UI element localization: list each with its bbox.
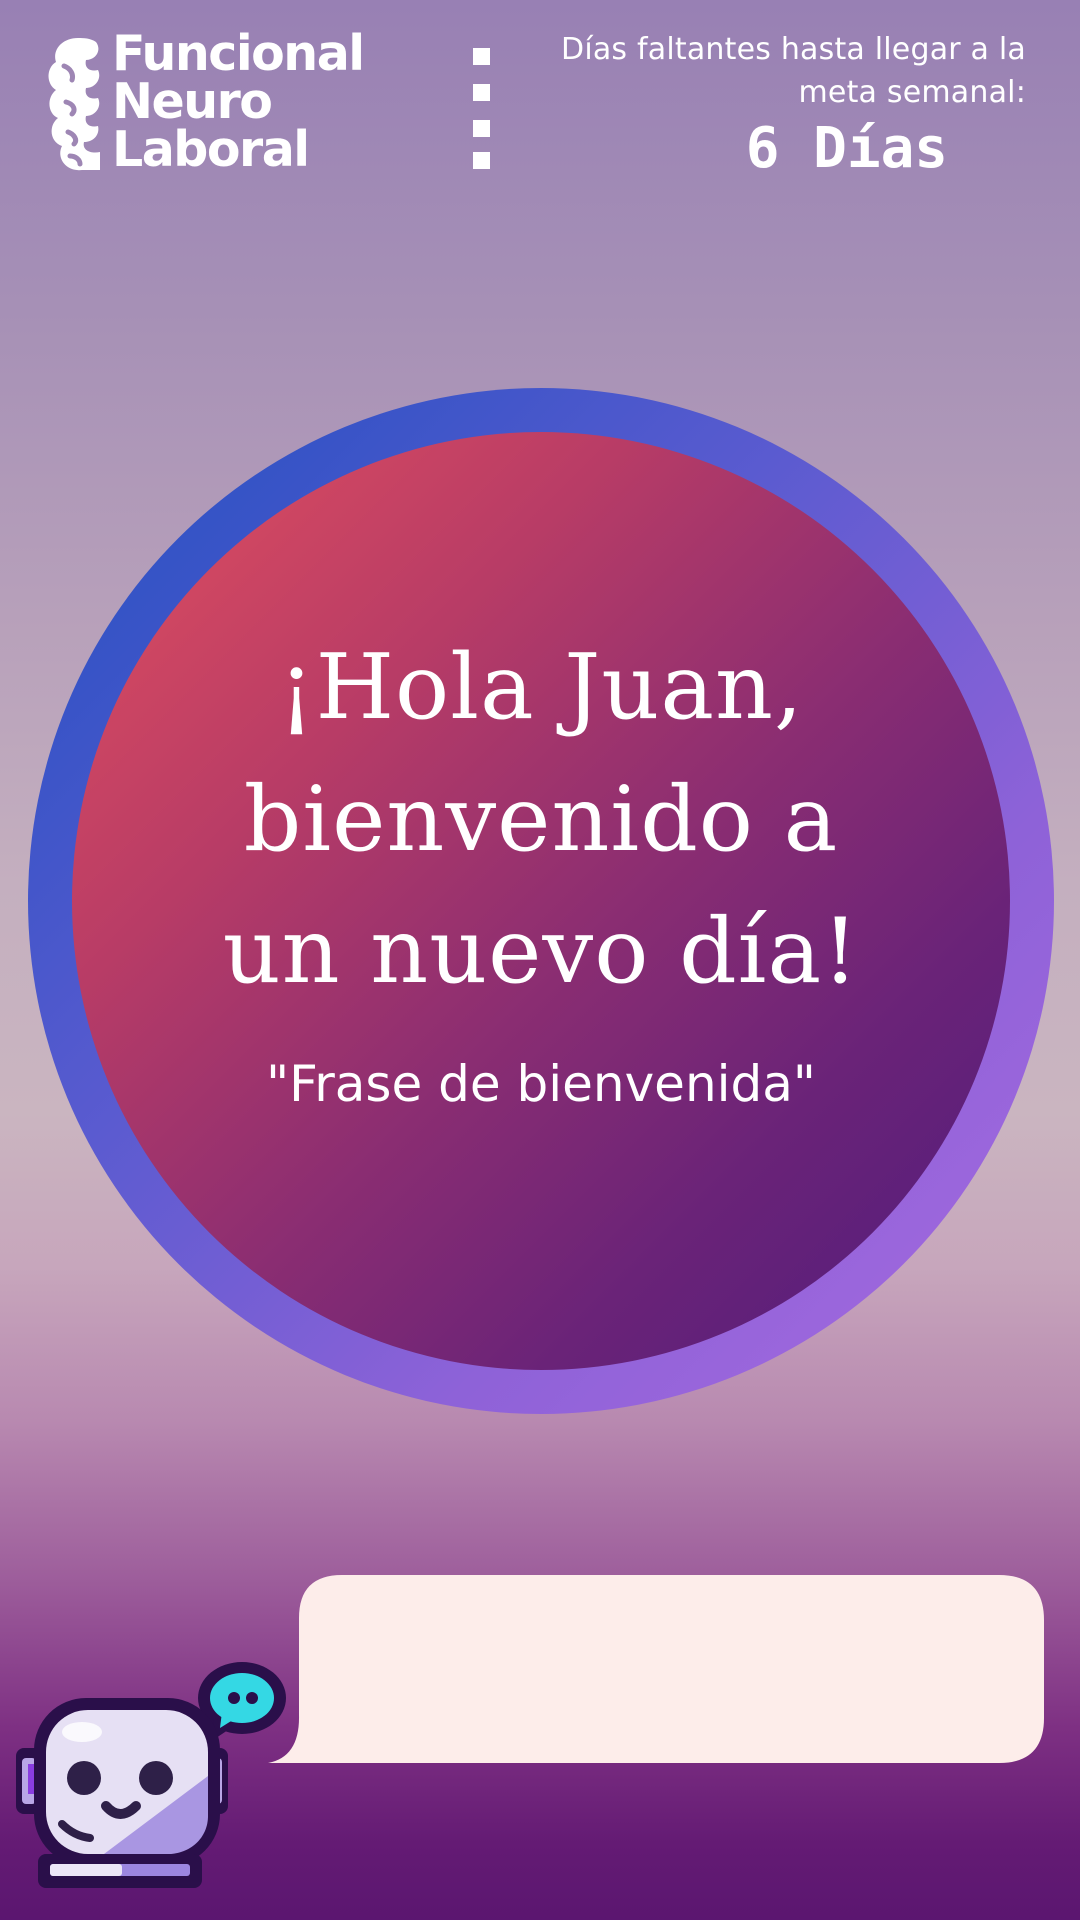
welcome-circle: ¡Hola Juan, bienvenido a un nuevo día! "…: [72, 432, 1010, 1370]
logo-line-2: Neuro: [112, 73, 273, 130]
weekly-goal-counter: Días faltantes hasta llegar a la meta se…: [546, 28, 1026, 180]
robot-assistant-icon[interactable]: [14, 1656, 294, 1892]
counter-label: Días faltantes hasta llegar a la meta se…: [561, 32, 1026, 110]
greeting-line-2: bienvenido a: [243, 767, 839, 872]
logo-wordmark: Funcional Neuro Laboral: [112, 25, 365, 178]
counter-value: 6 Días: [745, 116, 948, 181]
welcome-greeting: ¡Hola Juan, bienvenido a un nuevo día!: [132, 622, 950, 1018]
logo-line-1: Funcional: [112, 25, 365, 82]
greeting-line-3: un nuevo día!: [222, 899, 860, 1004]
welcome-ring: ¡Hola Juan, bienvenido a un nuevo día! "…: [28, 388, 1054, 1414]
welcome-phrase: "Frase de bienvenida": [266, 1055, 816, 1113]
logo-line-3: Laboral: [112, 121, 310, 178]
vertical-dots-menu-icon[interactable]: [468, 44, 494, 172]
greeting-line-1: ¡Hola Juan,: [278, 635, 804, 740]
menu-dot: [473, 48, 490, 65]
menu-dot: [473, 152, 490, 169]
menu-dot: [473, 84, 490, 101]
app-logo: Funcional Neuro Laboral: [44, 25, 384, 180]
assistant-speech-bubble: [268, 1575, 1044, 1763]
menu-dot: [473, 120, 490, 137]
brain-icon: [48, 38, 100, 171]
